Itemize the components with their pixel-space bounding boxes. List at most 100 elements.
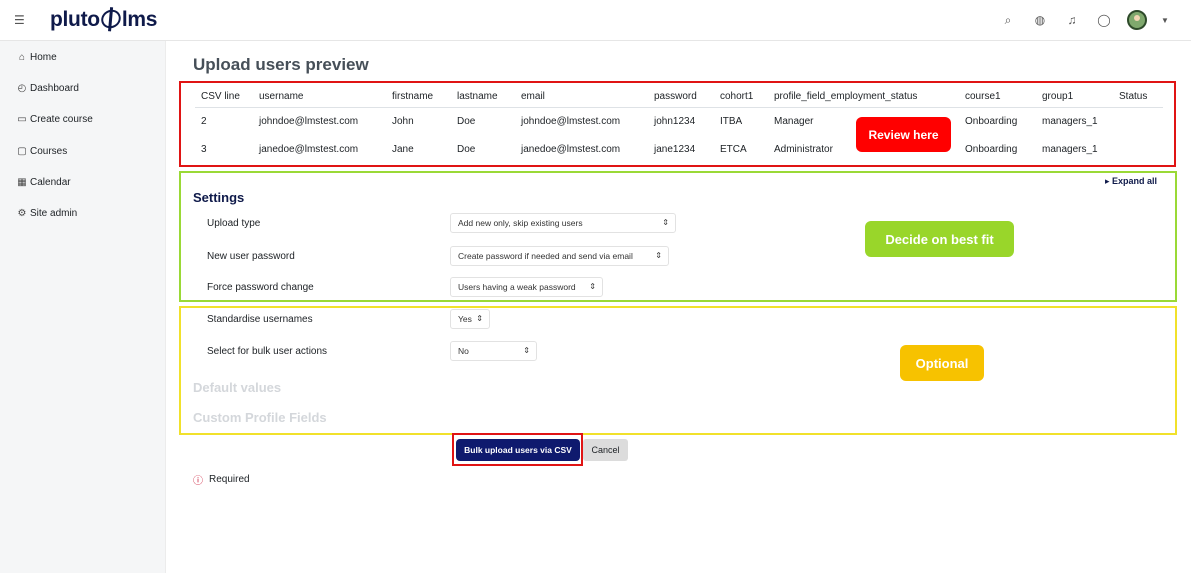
gear-icon: ⚙ xyxy=(17,208,27,219)
menu-icon[interactable]: ☰ xyxy=(14,13,25,27)
decide-annotation: Decide on best fit xyxy=(865,221,1014,257)
logo-text-left: pluto xyxy=(50,8,100,31)
bulk-user-actions-value: No xyxy=(458,346,469,356)
avatar[interactable] xyxy=(1127,10,1147,30)
column-header: group1 xyxy=(1036,87,1113,108)
select-arrows-icon: ⇕ xyxy=(523,346,530,355)
column-header: cohort1 xyxy=(714,87,768,108)
table-cell: ITBA xyxy=(720,115,743,127)
new-user-password-value: Create password if needed and send via e… xyxy=(458,251,633,261)
required-icon: ⓘ xyxy=(193,476,203,487)
select-arrows-icon: ⇕ xyxy=(662,218,669,227)
table-cell: 3 xyxy=(201,143,207,155)
search-icon[interactable]: ⌕ xyxy=(999,13,1017,28)
table-cell: John xyxy=(392,115,414,127)
bulk-upload-button[interactable]: Bulk upload users via CSV xyxy=(456,439,580,461)
table-cell xyxy=(1113,107,1163,135)
review-highlight-box: CSV line username firstname lastname ema… xyxy=(179,81,1176,167)
folder-icon: ▢ xyxy=(17,146,27,157)
expand-all-label: Expand all xyxy=(1112,176,1158,186)
force-password-change-label: Force password change xyxy=(207,282,314,293)
cancel-button[interactable]: Cancel xyxy=(583,439,628,461)
column-header: email xyxy=(515,87,648,108)
column-header: course1 xyxy=(959,87,1036,108)
table-row: 3 janedoe@lmstest.com Jane Doe janedoe@l… xyxy=(195,135,1163,163)
table-cell: Jane xyxy=(392,143,414,155)
table-cell: Onboarding xyxy=(965,143,1018,155)
table-cell: janedoe@lmstest.com xyxy=(521,143,621,155)
optional-annotation: Optional xyxy=(900,345,984,381)
upload-type-value: Add new only, skip existing users xyxy=(458,218,583,228)
site-logo[interactable]: pluto lms xyxy=(50,6,158,32)
logo-text-right: lms xyxy=(121,8,158,31)
settings-heading: Settings xyxy=(193,190,245,205)
select-arrows-icon: ⇕ xyxy=(589,282,596,291)
sidebar-item-home[interactable]: ⌂ Home xyxy=(16,52,57,63)
sidebar-item-label: Courses xyxy=(30,146,68,157)
force-password-change-select[interactable]: Users having a weak password ⇕ xyxy=(450,277,603,297)
table-cell: Doe xyxy=(457,143,476,155)
table-cell: johndoe@lmstest.com xyxy=(521,115,621,127)
chevron-down-icon[interactable]: ▼ xyxy=(1161,16,1169,25)
sidebar-item-label: Home xyxy=(30,52,57,63)
new-user-password-select[interactable]: Create password if needed and send via e… xyxy=(450,246,669,266)
sidebar-item-dashboard[interactable]: ◴ Dashboard xyxy=(16,83,79,94)
upload-type-select[interactable]: Add new only, skip existing users ⇕ xyxy=(450,213,676,233)
table-cell: jane1234 xyxy=(654,143,696,155)
preview-table: CSV line username firstname lastname ema… xyxy=(195,87,1163,163)
bulk-user-actions-label: Select for bulk user actions xyxy=(207,346,328,357)
table-cell: managers_1 xyxy=(1042,143,1098,155)
column-header: lastname xyxy=(451,87,515,108)
required-note: ⓘ Required xyxy=(193,472,250,487)
standardise-usernames-select[interactable]: Yes ⇕ xyxy=(450,309,490,329)
expand-all-link[interactable]: ▸ Expand all xyxy=(1105,176,1157,187)
sidebar-item-site-admin[interactable]: ⚙ Site admin xyxy=(16,208,78,219)
standardise-usernames-value: Yes xyxy=(458,314,472,324)
sidebar-item-label: Calendar xyxy=(30,177,71,188)
column-header: profile_field_employment_status xyxy=(768,87,959,108)
select-arrows-icon: ⇕ xyxy=(476,314,483,323)
custom-profile-fields-section[interactable]: Custom Profile Fields xyxy=(193,410,327,425)
table-row: 2 johndoe@lmstest.com John Doe johndoe@l… xyxy=(195,107,1163,135)
page-title: Upload users preview xyxy=(193,55,369,74)
caret-right-icon: ▸ xyxy=(1105,176,1113,186)
sidebar-item-create-course[interactable]: ▭ Create course xyxy=(16,114,93,125)
settings-highlight-box xyxy=(179,171,1177,302)
table-cell: ETCA xyxy=(720,143,747,155)
sidebar-item-label: Create course xyxy=(30,114,93,125)
calendar-icon: ▦ xyxy=(17,177,27,188)
force-password-change-value: Users having a weak password xyxy=(458,282,576,292)
review-here-annotation: Review here xyxy=(856,117,951,152)
monitor-icon: ▭ xyxy=(17,114,27,125)
table-cell: john1234 xyxy=(654,115,696,127)
optional-highlight-box xyxy=(179,306,1177,435)
logo-mark-icon xyxy=(97,6,124,32)
sidebar-item-label: Dashboard xyxy=(30,83,79,94)
bulk-user-actions-select[interactable]: No ⇕ xyxy=(450,341,537,361)
dashboard-icon: ◴ xyxy=(17,83,27,94)
topbar-icons: ⌕ ◍ ♫ ◯ ▼ xyxy=(999,10,1169,30)
globe-icon[interactable]: ◍ xyxy=(1031,13,1049,27)
standardise-usernames-label: Standardise usernames xyxy=(207,314,313,325)
table-cell: Doe xyxy=(457,115,476,127)
table-header-row: CSV line username firstname lastname ema… xyxy=(195,87,1163,108)
sidebar-item-courses[interactable]: ▢ Courses xyxy=(16,146,67,157)
bell-icon[interactable]: ♫ xyxy=(1063,13,1081,27)
select-arrows-icon: ⇕ xyxy=(655,251,662,260)
required-label: Required xyxy=(209,474,250,485)
new-user-password-label: New user password xyxy=(207,251,295,262)
upload-type-label: Upload type xyxy=(207,218,261,229)
top-navbar: ☰ pluto lms ⌕ ◍ ♫ ◯ ▼ xyxy=(0,0,1191,41)
chat-icon[interactable]: ◯ xyxy=(1095,13,1113,27)
table-cell: janedoe@lmstest.com xyxy=(259,143,359,155)
table-cell: Onboarding xyxy=(965,115,1018,127)
table-cell: 2 xyxy=(201,115,207,127)
sidebar-item-label: Site admin xyxy=(30,208,78,219)
table-cell: managers_1 xyxy=(1042,115,1098,127)
sidebar-item-calendar[interactable]: ▦ Calendar xyxy=(16,177,71,188)
column-header: username xyxy=(253,87,386,108)
home-icon: ⌂ xyxy=(18,52,26,63)
column-header: firstname xyxy=(386,87,451,108)
default-values-section[interactable]: Default values xyxy=(193,380,281,395)
table-cell: johndoe@lmstest.com xyxy=(259,115,359,127)
